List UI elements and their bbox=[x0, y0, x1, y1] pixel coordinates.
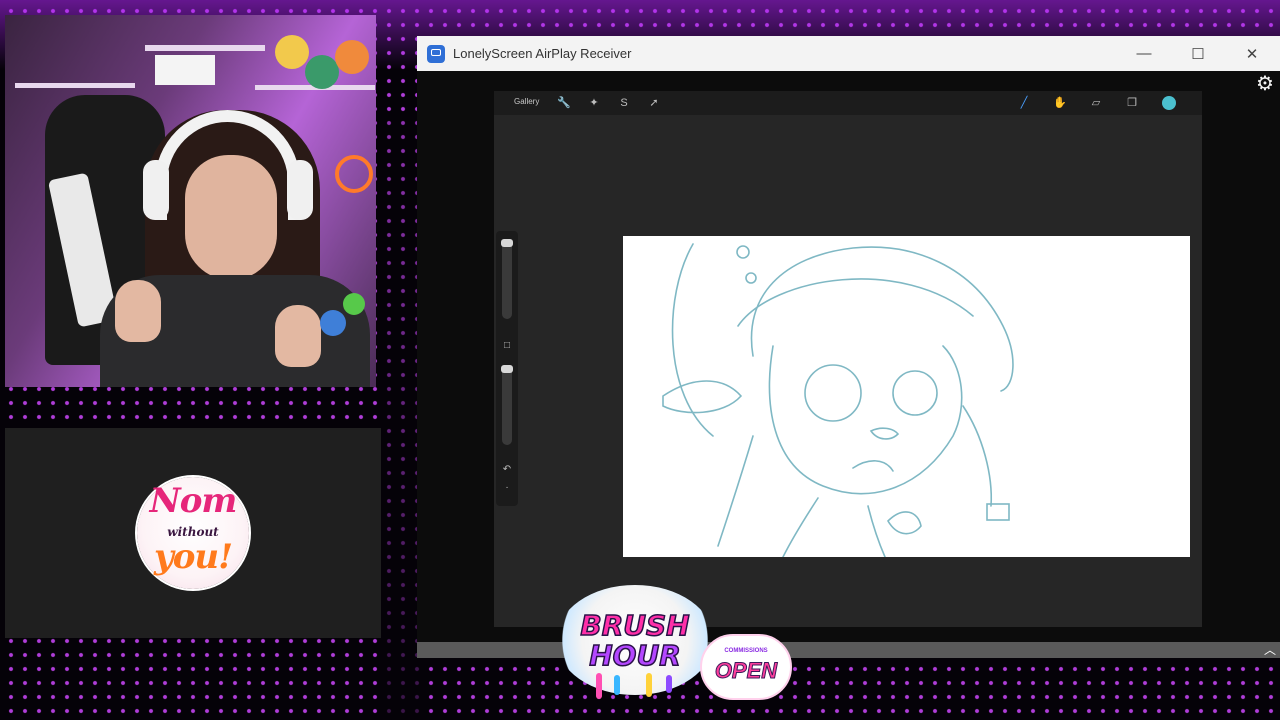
sticker-hour-text: HOUR bbox=[588, 638, 681, 673]
minimize-button[interactable]: — bbox=[1117, 36, 1171, 71]
sticker-brush-text: BRUSH bbox=[580, 608, 691, 643]
sketch-hat-outline bbox=[750, 246, 1014, 392]
sketch-eye bbox=[804, 364, 862, 422]
slider-thumb[interactable] bbox=[501, 239, 513, 247]
drawing-canvas[interactable] bbox=[623, 236, 1190, 557]
sketch-nose bbox=[869, 427, 900, 440]
sketch-ear bbox=[662, 380, 743, 414]
sketch-bubble bbox=[745, 272, 757, 284]
close-button[interactable]: ✕ bbox=[1225, 36, 1279, 71]
horizontal-scrollbar[interactable]: ︿ bbox=[417, 642, 1280, 658]
pen-grip bbox=[343, 293, 365, 315]
redo-icon[interactable]: · bbox=[500, 481, 514, 495]
ring-light bbox=[335, 155, 373, 193]
streamer-hand bbox=[275, 305, 321, 367]
paint-drip bbox=[596, 673, 602, 699]
wrench-icon[interactable]: 🔧 bbox=[556, 95, 572, 111]
brush-hour-sticker: BRUSH HOUR bbox=[556, 585, 714, 699]
window-titlebar[interactable]: LonelyScreen AirPlay Receiver — ☐ ✕ bbox=[417, 36, 1280, 71]
maximize-button[interactable]: ☐ bbox=[1171, 36, 1225, 71]
slider-thumb[interactable] bbox=[501, 365, 513, 373]
plush-toy bbox=[275, 35, 309, 69]
sketch-strap bbox=[962, 405, 993, 507]
undo-icon[interactable]: ↶ bbox=[500, 463, 514, 477]
logo-text-line3: you! bbox=[153, 537, 233, 577]
sketch-hand bbox=[886, 511, 922, 535]
sketch-strap-end bbox=[986, 503, 1010, 521]
sketch-eye bbox=[892, 370, 938, 416]
sketch-body bbox=[782, 497, 819, 557]
smudge-icon[interactable]: ✋ bbox=[1052, 95, 1068, 111]
plush-toy bbox=[335, 40, 369, 74]
maximize-icon: ☐ bbox=[1191, 45, 1205, 63]
headphone-ear bbox=[287, 160, 313, 220]
sketch-mouth bbox=[852, 460, 894, 472]
airplay-window: LonelyScreen AirPlay Receiver — ☐ ✕ ⚙ Ga… bbox=[417, 36, 1280, 658]
logo-text-line1: Nom bbox=[149, 481, 238, 521]
headphone-ear bbox=[143, 160, 169, 220]
app-icon bbox=[427, 45, 445, 63]
procreate-sidebar: □ ↶ · bbox=[496, 231, 518, 506]
layers-icon[interactable]: ❐ bbox=[1124, 95, 1140, 111]
paint-drip bbox=[614, 675, 620, 695]
commissions-text: COMMISSIONS bbox=[724, 648, 768, 654]
sketch-body bbox=[867, 505, 886, 557]
open-text: OPEN bbox=[714, 658, 778, 684]
shelf bbox=[15, 83, 135, 88]
brush-size-slider[interactable] bbox=[501, 239, 513, 319]
modify-button-icon[interactable]: □ bbox=[500, 339, 514, 353]
procreate-toolbar: Gallery 🔧 ✦ S ➚ ╱ ✋ ▱ ❐ bbox=[494, 91, 1202, 115]
opacity-slider[interactable] bbox=[501, 365, 513, 445]
paint-drip bbox=[666, 675, 672, 693]
sketch-bubble bbox=[736, 245, 750, 259]
minimize-icon: — bbox=[1136, 45, 1152, 62]
sketch-drawing bbox=[662, 243, 1014, 557]
transform-icon[interactable]: ➚ bbox=[646, 95, 662, 111]
backdrop-shade bbox=[380, 120, 420, 720]
gear-icon[interactable]: ⚙ bbox=[1255, 74, 1275, 94]
sketch-stroke bbox=[671, 243, 714, 437]
pen-grip bbox=[320, 310, 346, 336]
sketch-face bbox=[768, 345, 963, 495]
paint-drip bbox=[646, 673, 652, 697]
close-icon: ✕ bbox=[1245, 45, 1259, 63]
commissions-open-sticker: COMMISSIONS OPEN bbox=[700, 634, 792, 700]
color-picker[interactable] bbox=[1162, 96, 1176, 110]
sketch-hat-brim bbox=[737, 278, 974, 327]
sketch-body bbox=[717, 435, 754, 547]
webcam-feed bbox=[5, 15, 376, 387]
shelf bbox=[145, 45, 265, 51]
selection-icon[interactable]: S bbox=[616, 95, 632, 111]
storage-box bbox=[155, 55, 215, 85]
eraser-icon[interactable]: ▱ bbox=[1088, 95, 1104, 111]
chevron-up-icon[interactable]: ︿ bbox=[1262, 642, 1278, 658]
procreate-screen: Gallery 🔧 ✦ S ➚ ╱ ✋ ▱ ❐ □ ↶ · bbox=[494, 91, 1202, 627]
streamer-hand bbox=[115, 280, 161, 342]
magic-wand-icon[interactable]: ✦ bbox=[586, 95, 602, 111]
channel-logo: Nom without you! bbox=[137, 477, 249, 589]
window-title: LonelyScreen AirPlay Receiver bbox=[453, 46, 632, 61]
gallery-button[interactable]: Gallery bbox=[514, 97, 539, 106]
brush-icon[interactable]: ╱ bbox=[1016, 95, 1032, 111]
plush-toy bbox=[305, 55, 339, 89]
